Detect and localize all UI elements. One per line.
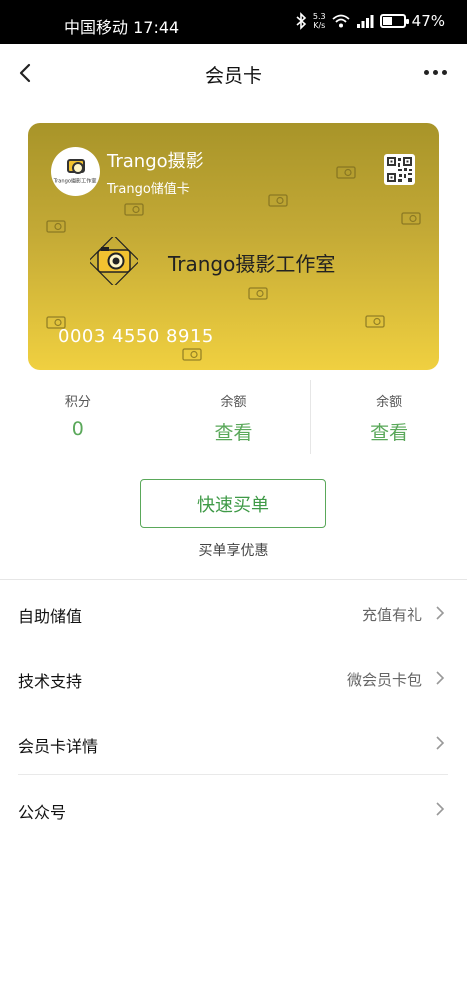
battery-level <box>382 17 393 25</box>
quick-buy-hint: 买单享优惠 <box>198 543 269 559</box>
status-indicators: 5.3 K/s 47% <box>295 12 445 30</box>
more-options-icon[interactable] <box>424 70 447 75</box>
stat-value: 0 <box>71 418 84 440</box>
camera-decor-icon <box>124 203 144 216</box>
bluetooth-icon <box>296 12 307 30</box>
quick-buy-button[interactable]: 快速买单 <box>140 479 326 528</box>
card-subtitle: Trango储值卡 <box>107 182 190 197</box>
chevron-right-icon <box>436 671 445 685</box>
qr-code-icon[interactable] <box>384 154 415 185</box>
chevron-right-icon <box>436 802 445 816</box>
battery-percent: 47% <box>411 12 445 30</box>
menu-item-value: 充值有礼 <box>361 606 422 624</box>
camera-decor-icon <box>401 212 421 225</box>
network-speed: 5.3 K/s <box>312 12 326 30</box>
stat-label: 余额 <box>220 395 247 410</box>
nav-bar: 会员卡 <box>0 44 467 102</box>
stat-balance-2[interactable]: 余额 查看 <box>311 378 467 456</box>
menu-item-official-account[interactable]: 公众号 <box>18 776 448 841</box>
studio-name: Trango摄影工作室 <box>168 252 336 276</box>
stat-points: 积分 0 <box>0 378 156 456</box>
divider <box>310 380 311 454</box>
stat-label: 积分 <box>64 395 91 410</box>
menu-item-card-details[interactable]: 会员卡详情 <box>18 710 448 775</box>
menu-item-self-topup[interactable]: 自助储值 充值有礼 <box>18 580 448 645</box>
divider <box>18 774 448 775</box>
wifi-icon <box>332 14 350 28</box>
page-title: 会员卡 <box>204 65 262 87</box>
status-bar: 中国移动 17:44 5.3 K/s 47% <box>0 0 467 44</box>
camera-decor-icon <box>336 166 356 179</box>
camera-icon <box>66 158 85 174</box>
signal-icon <box>356 15 374 28</box>
chevron-right-icon <box>436 606 445 620</box>
camera-icon <box>90 237 138 285</box>
stat-balance[interactable]: 余额 查看 <box>156 378 312 456</box>
menu-item-label: 自助储值 <box>18 607 83 626</box>
menu-item-label: 公众号 <box>18 803 67 822</box>
camera-decor-icon <box>182 348 202 361</box>
account-stats: 积分 0 余额 查看 余额 查看 <box>0 378 467 456</box>
chevron-right-icon <box>436 736 445 750</box>
card-logo-text: Trango摄影工作室 <box>54 177 97 184</box>
card-name: Trango摄影 <box>107 151 204 172</box>
menu-item-tech-support[interactable]: 技术支持 微会员卡包 <box>18 645 448 710</box>
view-balance-link[interactable]: 查看 <box>156 418 312 445</box>
menu-item-label: 会员卡详情 <box>18 737 99 756</box>
view-balance-link[interactable]: 查看 <box>311 418 467 445</box>
member-card[interactable]: Trango摄影工作室 Trango摄影 Trango储值卡 Trango摄影工… <box>28 123 439 370</box>
menu-item-value: 微会员卡包 <box>346 671 422 689</box>
menu-item-label: 技术支持 <box>18 672 83 691</box>
camera-decor-icon <box>365 315 385 328</box>
camera-decor-icon <box>248 287 268 300</box>
camera-decor-icon <box>268 194 288 207</box>
battery-icon <box>379 14 409 28</box>
status-carrier-time: 中国移动 17:44 <box>64 18 180 37</box>
card-logo: Trango摄影工作室 <box>51 147 100 196</box>
camera-decor-icon <box>46 220 66 233</box>
card-number: 0003 4550 8915 <box>58 326 214 347</box>
stat-label: 余额 <box>376 395 403 410</box>
